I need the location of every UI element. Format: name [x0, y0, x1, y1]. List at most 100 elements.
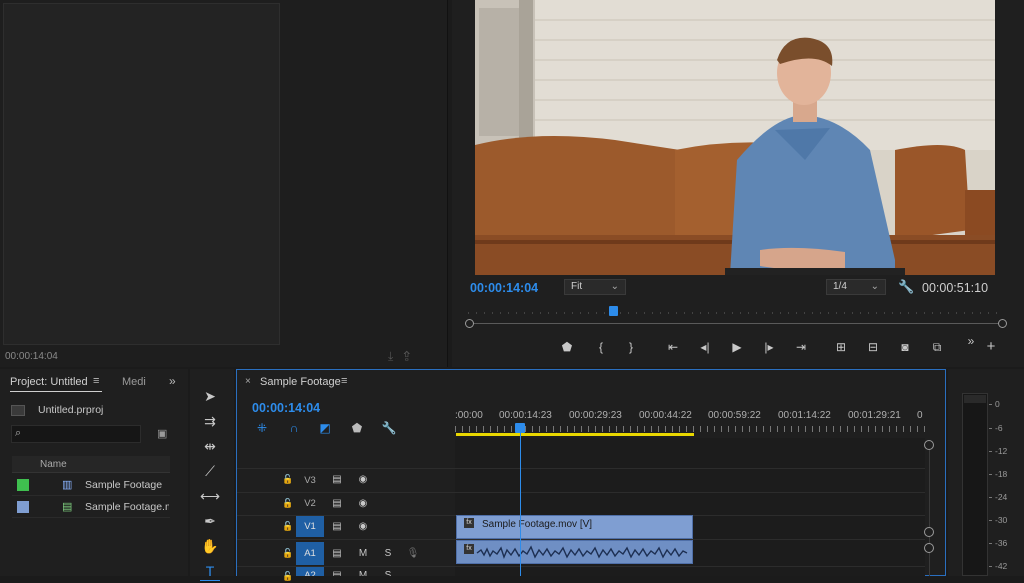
- camera-icon[interactable]: ◙: [896, 338, 914, 356]
- program-duration: 00:00:51:10: [922, 281, 989, 295]
- eye-icon[interactable]: ◉: [356, 497, 370, 511]
- step-back-icon[interactable]: ◂|: [696, 338, 714, 356]
- add-marker-icon[interactable]: ⬟: [349, 420, 365, 436]
- sync-lock-icon[interactable]: ▤: [330, 569, 344, 576]
- track-name-v1[interactable]: V1: [296, 516, 324, 537]
- ruler-label: 00:00:59:22: [708, 410, 761, 421]
- export-frame-icon[interactable]: ⇪: [403, 349, 420, 363]
- zoom-bar-handle[interactable]: [924, 527, 934, 537]
- play-icon[interactable]: ▶: [728, 338, 746, 356]
- razor-tool-icon[interactable]: ⟋: [200, 461, 220, 481]
- audio-clip[interactable]: [456, 540, 693, 564]
- audio-meter[interactable]: [962, 393, 988, 576]
- name-column-label[interactable]: Name: [40, 459, 67, 470]
- solo-button[interactable]: S: [381, 547, 395, 561]
- eye-icon[interactable]: ◉: [356, 473, 370, 487]
- list-item[interactable]: ▥ Sample Footage: [12, 474, 170, 496]
- nest-icon[interactable]: ⁜: [254, 420, 270, 436]
- lock-icon[interactable]: 🔓: [282, 474, 293, 486]
- type-tool-icon[interactable]: T: [200, 561, 220, 581]
- timeline-menu-icon[interactable]: ≡: [341, 375, 347, 387]
- item-name: Sample Footage.mov: [85, 501, 169, 513]
- selection-tool-icon[interactable]: ➤: [200, 386, 220, 406]
- label-color-swatch[interactable]: [17, 479, 29, 491]
- slip-tool-icon[interactable]: ⟷: [200, 486, 220, 506]
- sync-lock-icon[interactable]: ▤: [330, 473, 344, 487]
- ruler-label: :00:00: [455, 410, 483, 421]
- source-export-icons[interactable]: ⤓⇪: [388, 349, 420, 364]
- lock-icon[interactable]: 🔓: [282, 548, 293, 560]
- vertical-zoom-bar[interactable]: [929, 445, 930, 576]
- compare-view-icon[interactable]: ⧉: [928, 338, 946, 356]
- program-monitor-video-frame[interactable]: [475, 0, 995, 275]
- linked-selection-icon[interactable]: ◩: [317, 420, 333, 436]
- program-playhead[interactable]: [609, 306, 618, 316]
- sync-lock-icon[interactable]: ▤: [330, 547, 344, 561]
- track-name-a1[interactable]: A1: [296, 542, 324, 565]
- track-name-v3[interactable]: V3: [296, 470, 324, 491]
- zoom-select[interactable]: Fit ⌄: [564, 279, 626, 295]
- sequence-icon: ▥: [62, 479, 73, 491]
- step-forward-icon[interactable]: |▸: [760, 338, 778, 356]
- track-name-v2[interactable]: V2: [296, 493, 324, 514]
- zoom-bar-left-handle[interactable]: [465, 319, 474, 328]
- meter-tick: [989, 404, 992, 405]
- mute-button[interactable]: M: [356, 569, 370, 576]
- meter-tick: [989, 566, 992, 567]
- meter-peak-indicator[interactable]: [964, 395, 986, 403]
- lock-icon[interactable]: 🔓: [282, 521, 293, 533]
- sync-lock-icon[interactable]: ▤: [330, 520, 344, 534]
- resolution-select[interactable]: 1/4 ⌄: [826, 279, 886, 295]
- pen-tool-icon[interactable]: ✒: [200, 511, 220, 531]
- lock-icon[interactable]: 🔓: [282, 498, 293, 510]
- go-to-in-icon[interactable]: ⇤: [664, 338, 682, 356]
- program-timecode[interactable]: 00:00:14:04: [470, 281, 538, 295]
- lift-icon[interactable]: ⊞: [832, 338, 850, 356]
- label-color-swatch[interactable]: [17, 501, 29, 513]
- project-search-input[interactable]: [11, 425, 141, 443]
- zoom-bar-right-handle[interactable]: [998, 319, 1007, 328]
- panel-overflow-icon[interactable]: »: [169, 374, 176, 388]
- mute-button[interactable]: M: [356, 547, 370, 561]
- timeline-settings-wrench-icon[interactable]: 🔧: [381, 420, 397, 436]
- snap-icon[interactable]: ∩: [286, 420, 302, 436]
- zoom-bar-handle[interactable]: [924, 543, 934, 553]
- work-area-bar[interactable]: [456, 433, 694, 436]
- mark-in-icon[interactable]: {: [592, 338, 610, 356]
- add-marker-icon[interactable]: ⬟: [558, 338, 576, 356]
- tab-media-browser[interactable]: Medi: [122, 376, 146, 388]
- ripple-edit-tool-icon[interactable]: ⇹: [200, 436, 220, 456]
- project-column-header[interactable]: [12, 456, 170, 473]
- insert-icon[interactable]: ⤓: [388, 349, 403, 363]
- close-icon[interactable]: ×: [245, 376, 251, 387]
- microphone-icon[interactable]: 🎙: [406, 547, 420, 561]
- track-name-a2[interactable]: A2: [296, 567, 324, 576]
- track-select-tool-icon[interactable]: ⇉: [200, 411, 220, 431]
- audio-waveform: [476, 545, 688, 559]
- source-timecode[interactable]: 00:00:14:04: [5, 351, 58, 362]
- tab-project[interactable]: Project: Untitled: [10, 376, 88, 388]
- zoom-bar-handle[interactable]: [924, 440, 934, 450]
- timeline-timecode[interactable]: 00:00:14:04: [252, 401, 320, 415]
- more-controls-icon[interactable]: »: [962, 332, 980, 350]
- panel-menu-icon[interactable]: ≡: [93, 375, 99, 387]
- lock-icon[interactable]: 🔓: [282, 571, 293, 583]
- extract-icon[interactable]: ⊟: [864, 338, 882, 356]
- list-item[interactable]: ▤ Sample Footage.mov: [12, 496, 170, 518]
- solo-button[interactable]: S: [381, 569, 395, 576]
- wrench-icon[interactable]: 🔧: [898, 279, 914, 295]
- new-bin-from-search-icon[interactable]: ▣: [157, 427, 167, 440]
- track-headers: [237, 438, 455, 576]
- mark-out-icon[interactable]: }: [622, 338, 640, 356]
- program-scrub-ticks[interactable]: [468, 309, 1004, 317]
- sequence-tab[interactable]: Sample Footage: [260, 376, 341, 388]
- hand-tool-icon[interactable]: ✋: [200, 536, 220, 556]
- button-editor-plus-icon[interactable]: +: [982, 338, 1000, 356]
- go-to-out-icon[interactable]: ⇥: [792, 338, 810, 356]
- program-zoom-bar[interactable]: [469, 323, 1005, 324]
- timeline-playhead[interactable]: [515, 423, 525, 433]
- eye-icon[interactable]: ◉: [356, 520, 370, 534]
- sync-lock-icon[interactable]: ▤: [330, 497, 344, 511]
- source-monitor-viewer[interactable]: [3, 3, 280, 345]
- fx-badge-icon: fx: [464, 544, 474, 554]
